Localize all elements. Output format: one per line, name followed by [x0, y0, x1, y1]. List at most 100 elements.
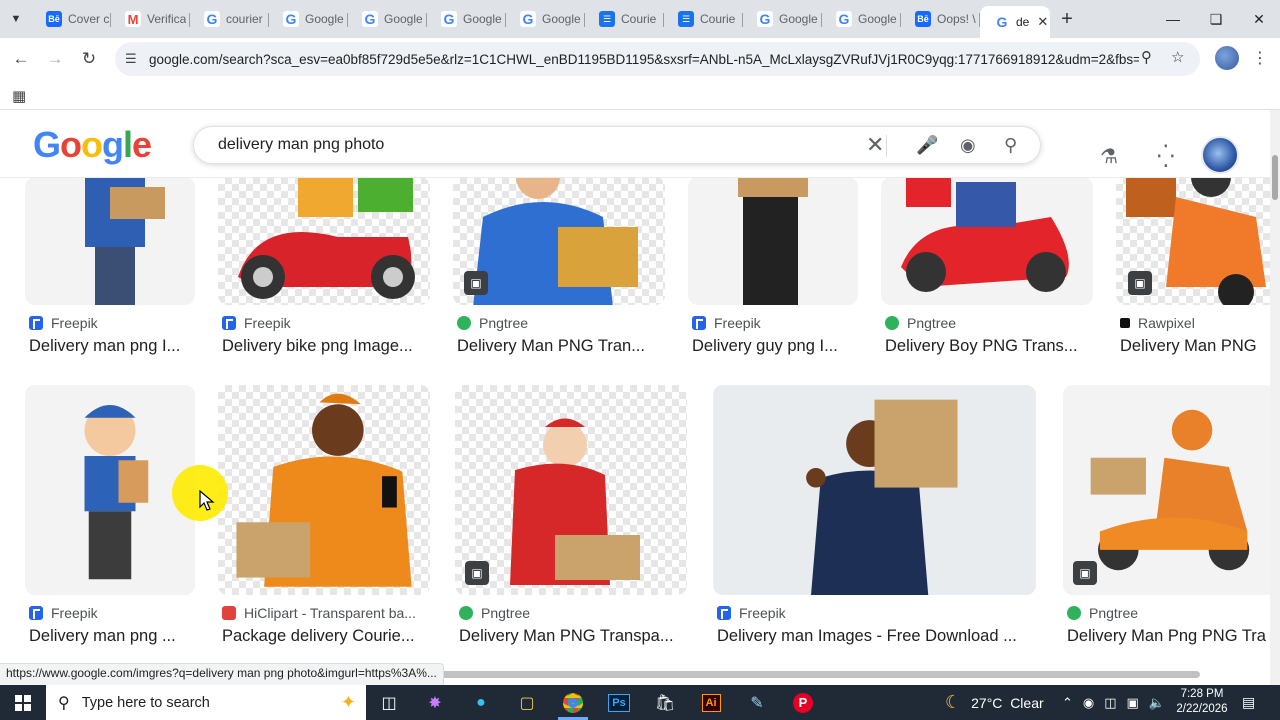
vertical-scrollbar[interactable] [1270, 110, 1280, 685]
result-thumbnail[interactable] [218, 385, 430, 595]
tab-4[interactable]: G Google [348, 4, 427, 34]
result-source[interactable]: Freepik [29, 605, 98, 621]
result-thumbnail[interactable]: ▣ [1116, 177, 1276, 305]
edge-button[interactable]: ● [458, 685, 504, 720]
result-thumbnail[interactable] [713, 385, 1036, 595]
result-source[interactable]: HiClipart - Transparent ba... [222, 605, 416, 621]
result-thumbnail[interactable] [218, 177, 430, 305]
meet-icon[interactable]: ▣ [1127, 695, 1139, 711]
result-thumbnail[interactable] [688, 177, 858, 305]
result-title[interactable]: Package delivery Courie... [222, 627, 432, 646]
result-title[interactable]: Delivery Man PNG Transpa... [459, 627, 684, 646]
system-clock[interactable]: 7:28 PM 2/22/2026 [1172, 687, 1232, 717]
tab-3[interactable]: G Google [269, 4, 348, 34]
notifications-button[interactable]: ▤ [1242, 685, 1255, 720]
chevron-up-icon[interactable]: ⌃ [1062, 695, 1073, 711]
result-title[interactable]: Delivery man png ... [29, 627, 194, 646]
result-thumbnail[interactable] [25, 385, 195, 595]
google-logo[interactable]: Google [33, 124, 152, 166]
result-source[interactable]: Pngtree [1067, 605, 1138, 621]
site-info-icon[interactable]: ☰ [125, 51, 149, 67]
photoshop-button[interactable]: Ps [596, 685, 642, 720]
microphone-icon[interactable]: 🎤 [916, 135, 938, 156]
start-button[interactable] [0, 685, 46, 720]
copilot-icon: ✸ [428, 694, 442, 712]
tab-10[interactable]: G Google [822, 4, 901, 34]
close-window-button[interactable]: ✕ [1238, 0, 1280, 38]
record-icon[interactable]: ◉ [1083, 695, 1094, 711]
tab-active[interactable]: Gde ✕ [980, 6, 1050, 38]
lens-camera-icon[interactable]: ◉ [960, 135, 976, 156]
result-source[interactable]: Pngtree [885, 315, 956, 331]
result-title[interactable]: Delivery Man Png PNG Tra [1067, 627, 1272, 646]
result-source[interactable]: Rawpixel [1120, 315, 1195, 331]
taskbar-search-placeholder: Type here to search [81, 694, 210, 711]
search-input[interactable]: delivery man png photo [218, 136, 384, 154]
tab-6[interactable]: G Google [506, 4, 585, 34]
thumbnail-image [84, 405, 149, 580]
tab-1[interactable]: M Verifica [111, 4, 190, 34]
result-thumbnail[interactable]: ▣ [453, 177, 665, 305]
taskbar-search-box[interactable]: ⚲ Type here to search ✦ [46, 685, 366, 720]
result-source[interactable]: Pngtree [457, 315, 528, 331]
chrome-button[interactable] [550, 685, 596, 720]
tab-2[interactable]: Gcourier [190, 4, 269, 34]
apps-grid-icon[interactable]: ▦ [12, 87, 26, 105]
copilot-button[interactable]: ✸ [412, 685, 458, 720]
notepad-button[interactable]: ✎ [734, 685, 780, 720]
task-view-button[interactable]: ◫ [366, 685, 412, 720]
tab-0[interactable]: Bē Cover c [32, 4, 111, 34]
result-title[interactable]: Delivery man Images - Free Download ... [717, 627, 1037, 646]
store-button[interactable]: 🛍 [642, 685, 688, 720]
new-tab-button[interactable]: + [1050, 8, 1084, 31]
back-button[interactable]: ← [4, 42, 38, 76]
scrollbar-thumb[interactable] [1272, 155, 1278, 200]
result-title[interactable]: Delivery man png I... [29, 337, 199, 356]
tab-8[interactable]: ☰ Courie [664, 4, 743, 34]
network-icon[interactable]: ◫ [1104, 695, 1116, 711]
pinterest-button[interactable]: P [780, 685, 826, 720]
result-thumbnail[interactable] [25, 177, 195, 305]
address-bar[interactable]: ☰ google.com/search?sca_esv=ea0bf85f729d… [115, 42, 1200, 76]
zoom-icon[interactable]: ⚲ [1141, 48, 1152, 66]
minimize-button[interactable]: — [1152, 0, 1194, 38]
result-thumbnail[interactable] [881, 177, 1093, 305]
result-source[interactable]: Freepik [222, 315, 291, 331]
tab-search-button[interactable]: ▼ [0, 0, 32, 38]
browser-menu-icon[interactable]: ⋮ [1252, 48, 1268, 68]
result-source[interactable]: Freepik [717, 605, 786, 621]
result-thumbnail[interactable]: ▣ [455, 385, 687, 595]
account-avatar[interactable] [1201, 136, 1239, 174]
tab-5[interactable]: G Google [427, 4, 506, 34]
maximize-button[interactable]: ❏ [1195, 0, 1237, 38]
result-title[interactable]: Delivery Man PNG Tran... [457, 337, 662, 356]
browser-profile-avatar[interactable] [1215, 46, 1239, 70]
volume-icon[interactable]: 🔈 [1149, 695, 1165, 711]
weather-text[interactable]: 27°C Clear [971, 695, 1044, 711]
clear-icon[interactable]: ✕ [866, 132, 884, 158]
tab-11[interactable]: Bē Oops! \ [901, 4, 980, 34]
result-source[interactable]: Pngtree [459, 605, 530, 621]
tab-7[interactable]: ☰ Courie [585, 4, 664, 34]
search-box[interactable]: delivery man png photo ✕ 🎤 ◉ ⚲ [193, 126, 1041, 164]
result-title[interactable]: Delivery bike png Image... [222, 337, 432, 356]
labs-flask-icon[interactable]: ⚗ [1100, 144, 1118, 169]
result-title[interactable]: Delivery Boy PNG Trans... [885, 337, 1095, 356]
close-tab-icon[interactable]: ✕ [1037, 14, 1048, 30]
result-thumbnail[interactable]: ▣ [1063, 385, 1275, 595]
apps-icon[interactable]: ⁛ [1157, 144, 1175, 170]
bookmark-star-icon[interactable]: ☆ [1171, 48, 1184, 66]
notepad-icon: ✎ [750, 694, 764, 712]
result-title[interactable]: Delivery Man PNG [1120, 337, 1270, 356]
chrome-icon [563, 692, 583, 713]
horizontal-scrollbar[interactable] [420, 671, 1200, 678]
result-source[interactable]: Freepik [692, 315, 761, 331]
search-icon[interactable]: ⚲ [1004, 135, 1017, 156]
result-source[interactable]: Freepik [29, 315, 98, 331]
illustrator-button[interactable]: Ai [688, 685, 734, 720]
result-title[interactable]: Delivery guy png I... [692, 337, 862, 356]
tab-9[interactable]: G Google [743, 4, 822, 34]
forward-button[interactable]: → [38, 42, 72, 76]
reload-button[interactable]: ↻ [72, 42, 106, 76]
file-explorer-button[interactable]: ▢ [504, 685, 550, 720]
